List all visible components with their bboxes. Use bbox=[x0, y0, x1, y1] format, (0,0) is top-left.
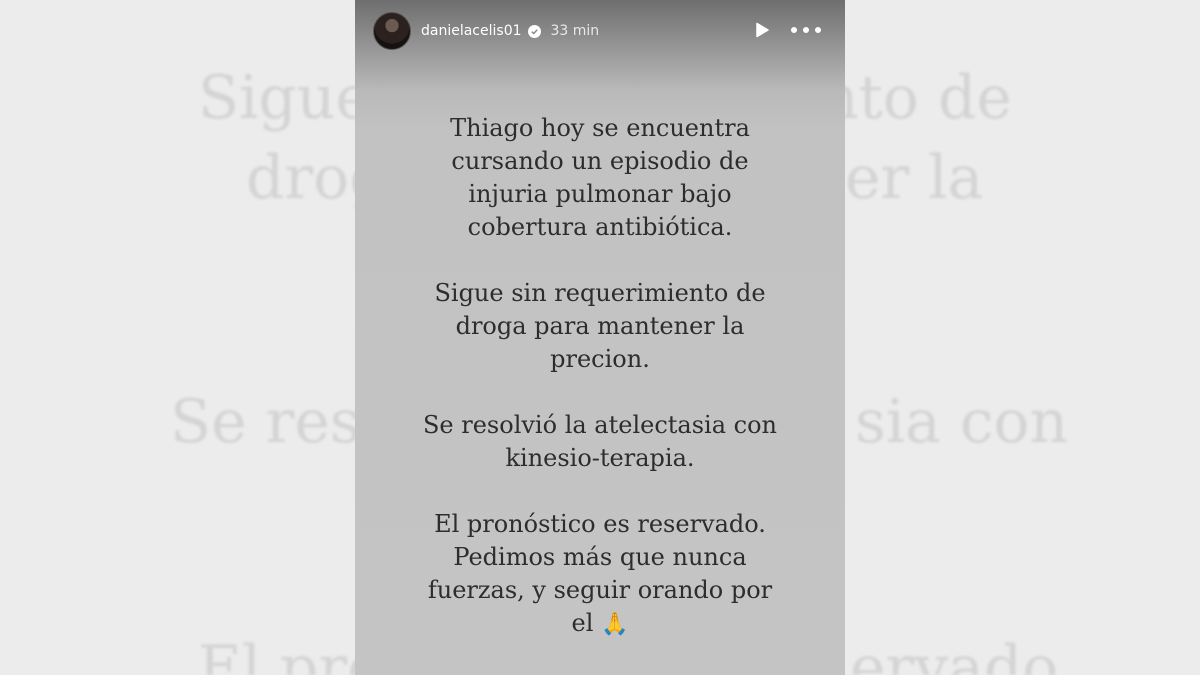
paragraph: Sigue sin requerimiento de droga para ma… bbox=[355, 277, 845, 376]
praying-hands-icon: 🙏 bbox=[601, 612, 629, 637]
paragraph: El pronóstico es reservado. Pedimos más … bbox=[355, 508, 845, 641]
bg-text-line: sia con bbox=[855, 387, 1069, 457]
text-fragment: el bbox=[571, 609, 594, 637]
text-line: El pronóstico es reservado. bbox=[434, 510, 766, 538]
text-line: cobertura antibiótica. bbox=[467, 213, 733, 241]
text-line: Sigue sin requerimiento de bbox=[434, 279, 766, 307]
story-text: Thiago hoy se encuentra cursando un epis… bbox=[355, 112, 845, 674]
text-line: cursando un episodio de bbox=[451, 147, 749, 175]
story-panel[interactable]: danielacelis01 33 min Thiago hoy se encu… bbox=[355, 0, 845, 675]
text-line: fuerzas, y seguir orando por bbox=[427, 576, 773, 604]
text-line: droga para mantener la bbox=[455, 312, 745, 340]
text-line: Pedimos más que nunca bbox=[453, 543, 747, 571]
text-line: injuria pulmonar bajo bbox=[468, 180, 732, 208]
bg-text-line: Sigue bbox=[198, 63, 371, 133]
bg-text-line: nto de bbox=[820, 63, 1012, 133]
text-line: precion. bbox=[550, 345, 650, 373]
more-options-icon[interactable] bbox=[791, 20, 821, 40]
avatar[interactable] bbox=[373, 12, 411, 50]
username[interactable]: danielacelis01 bbox=[421, 23, 522, 39]
text-line: Se resolvió la atelectasia con bbox=[422, 411, 778, 439]
paragraph: Thiago hoy se encuentra cursando un epis… bbox=[355, 112, 845, 244]
paragraph: Se resolvió la atelectasia con kinesio-t… bbox=[355, 409, 845, 475]
bg-text-line: er la bbox=[845, 143, 984, 213]
text-line: kinesio-terapia. bbox=[505, 444, 695, 472]
verified-icon bbox=[527, 24, 541, 38]
text-line: Thiago hoy se encuentra bbox=[450, 114, 750, 142]
text-line-last: el 🙏 bbox=[355, 607, 845, 641]
play-icon[interactable] bbox=[753, 21, 771, 39]
story-header: danielacelis01 33 min bbox=[355, 0, 845, 62]
post-time: 33 min bbox=[550, 23, 600, 39]
bg-text-line: ervado bbox=[850, 633, 1059, 675]
